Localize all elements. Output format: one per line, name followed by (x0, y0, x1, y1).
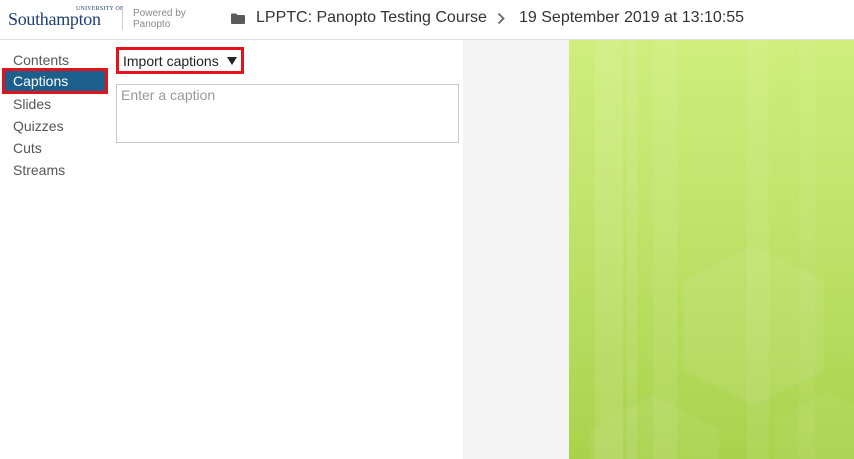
sidebar-item-streams[interactable]: Streams (13, 162, 65, 182)
breadcrumb-session-date: 19 September 2019 at 13:10:55 (519, 9, 745, 26)
powered-by-panopto: Powered by Panopto (133, 8, 186, 30)
chevron-right-icon (497, 12, 505, 25)
breadcrumb-course[interactable]: LPPTC: Panopto Testing Course (256, 9, 487, 27)
sidebar-item-captions[interactable]: Captions (2, 68, 108, 94)
top-header: UNIVERSITY OF Southampton Powered by Pan… (0, 0, 854, 40)
sidebar-item-cuts[interactable]: Cuts (13, 140, 42, 160)
video-preview[interactable] (569, 40, 854, 459)
powered-by-line: Powered by (133, 8, 186, 19)
caption-input[interactable] (116, 84, 459, 143)
folder-icon (231, 13, 245, 24)
import-captions-dropdown[interactable]: Import captions (116, 47, 244, 74)
university-logo[interactable]: UNIVERSITY OF Southampton (8, 5, 123, 35)
logo-divider (122, 8, 123, 30)
logo-wordmark: Southampton (8, 9, 101, 29)
sidebar-item-quizzes[interactable]: Quizzes (13, 118, 64, 138)
panopto-line: Panopto (133, 19, 171, 30)
triangle-down-icon (227, 57, 237, 65)
import-captions-label: Import captions (123, 53, 219, 69)
sidebar-item-slides[interactable]: Slides (13, 96, 51, 116)
